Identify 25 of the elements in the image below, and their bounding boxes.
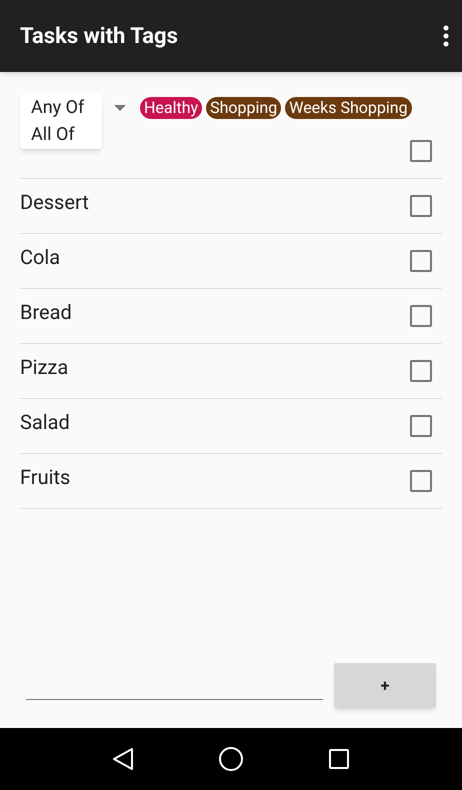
task-name: Pizza <box>20 354 68 380</box>
recents-icon[interactable] <box>328 748 350 770</box>
tag-chip[interactable]: Healthy <box>140 97 202 119</box>
dropdown-option[interactable]: Any Of <box>20 94 102 121</box>
more-icon[interactable] <box>442 24 450 48</box>
add-button[interactable]: + <box>334 663 436 708</box>
task-checkbox[interactable] <box>410 140 432 162</box>
home-icon[interactable] <box>218 746 244 772</box>
tag-chip[interactable]: Shopping <box>206 97 282 119</box>
task-checkbox[interactable] <box>410 305 432 327</box>
back-icon[interactable] <box>112 747 134 771</box>
tag-chip[interactable]: Weeks Shopping <box>285 97 412 119</box>
task-name: Cola <box>20 244 60 270</box>
task-checkbox[interactable] <box>410 470 432 492</box>
task-checkbox[interactable] <box>410 360 432 382</box>
task-name: Salad <box>20 409 70 435</box>
task-name: Fruits <box>20 464 70 490</box>
dropdown-option[interactable]: All Of <box>20 121 102 148</box>
task-checkbox[interactable] <box>410 415 432 437</box>
task-name: Dessert <box>20 189 89 215</box>
app-title: Tasks with Tags <box>20 22 178 50</box>
task-name: Bread <box>20 299 72 325</box>
dropdown-caret-icon[interactable] <box>114 105 126 111</box>
task-checkbox[interactable] <box>410 250 432 272</box>
task-checkbox[interactable] <box>410 195 432 217</box>
